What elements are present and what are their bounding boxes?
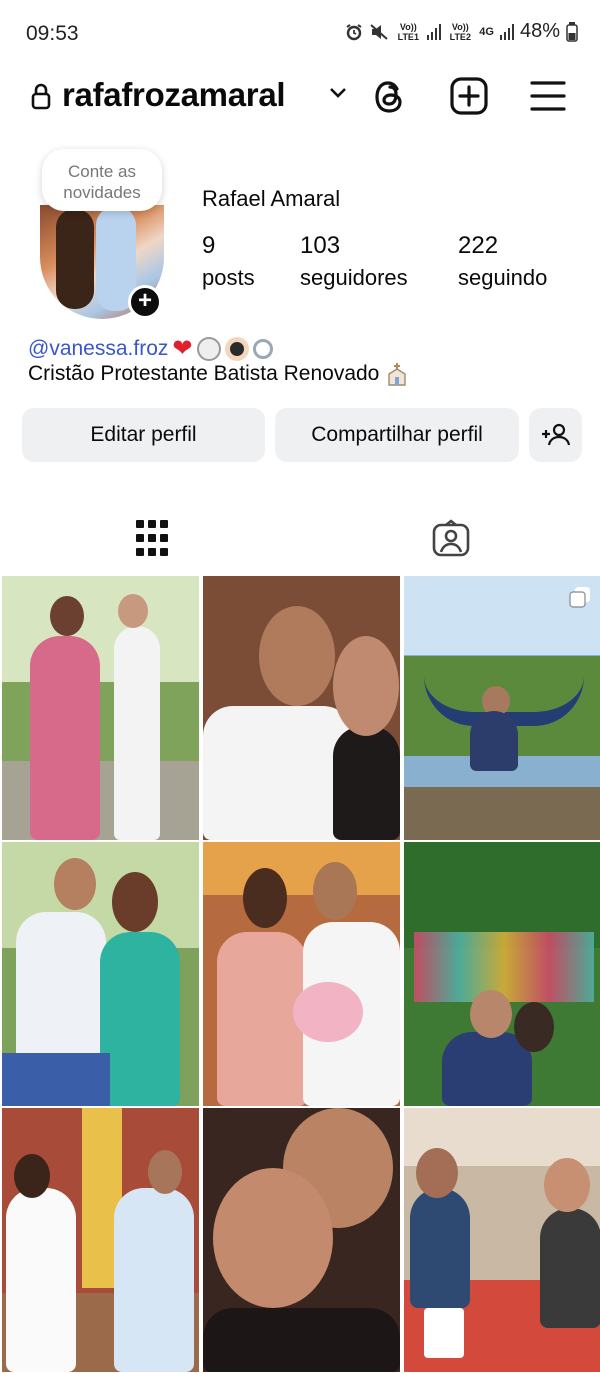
posts-label: posts <box>202 265 255 290</box>
new-post-icon[interactable] <box>449 76 489 116</box>
username-switcher[interactable]: rafafrozamaral <box>62 76 286 114</box>
post-thumbnail[interactable] <box>2 1108 199 1372</box>
add-person-icon <box>541 423 570 446</box>
edit-profile-button[interactable]: Editar perfil <box>22 408 265 462</box>
edit-profile-label: Editar perfil <box>90 423 197 446</box>
full-name: Rafael Amaral <box>202 186 341 211</box>
following-label: seguindo <box>458 265 548 290</box>
bio-line-1: @vanessa.froz ❤ <box>28 334 273 363</box>
share-profile-button[interactable]: Compartilhar perfil <box>275 408 519 462</box>
bio-mention-link[interactable]: @vanessa.froz <box>28 337 168 361</box>
lock-icon <box>31 83 51 110</box>
followers-count: 103 <box>300 232 341 259</box>
tagged-tab[interactable] <box>432 519 470 557</box>
profile-header: rafafrozamaral <box>0 70 600 126</box>
heart-emoji-icon: ❤ <box>172 335 193 362</box>
followers-label: seguidores <box>300 265 408 290</box>
note-line-1: Conte as <box>67 162 137 181</box>
sim2-label: Vo)) LTE2 <box>449 21 471 42</box>
add-story-icon[interactable]: + <box>128 285 162 319</box>
status-icons: Vo)) LTE1 Vo)) LTE2 4G 48% <box>345 20 578 43</box>
post-thumbnail[interactable] <box>2 842 199 1106</box>
posts-count: 9 <box>202 232 216 259</box>
posts-grid <box>0 574 600 1373</box>
following-count: 222 <box>458 232 499 259</box>
post-thumbnail[interactable] <box>203 1108 400 1372</box>
grid-tab[interactable] <box>136 520 168 556</box>
ring-emoji-icon <box>252 338 273 359</box>
followers-stat[interactable]: 103 seguidores <box>300 230 408 294</box>
post-thumbnail[interactable] <box>2 576 199 840</box>
post-thumbnail[interactable] <box>203 842 400 1106</box>
battery-percent: 48% <box>519 20 560 42</box>
groom-emoji-icon <box>224 336 249 361</box>
share-profile-label: Compartilhar perfil <box>311 423 483 446</box>
sim1-label: Vo)) LTE1 <box>397 21 419 42</box>
menu-icon[interactable] <box>530 80 566 112</box>
note-line-2: novidades <box>63 183 141 202</box>
post-thumbnail[interactable] <box>404 842 600 1106</box>
post-thumbnail[interactable] <box>404 576 600 840</box>
post-thumbnail[interactable] <box>404 1108 600 1372</box>
status-time: 09:53 <box>26 22 79 45</box>
church-emoji-icon <box>388 363 407 386</box>
bride-emoji-icon <box>196 336 221 361</box>
battery-icon <box>566 21 578 42</box>
network-label: 4G <box>479 25 494 38</box>
note-bubble[interactable]: Conte as novidades <box>42 149 162 211</box>
bio-line-2: Cristão Protestante Batista Renovado <box>28 362 409 386</box>
post-thumbnail[interactable] <box>203 576 400 840</box>
signal-icon-2 <box>499 23 514 40</box>
posts-stat[interactable]: 9 posts <box>202 230 255 294</box>
status-bar: 09:53 Vo)) LTE1 Vo)) LTE2 4G 48% <box>0 0 600 70</box>
mute-icon <box>370 23 388 40</box>
bio-text: Cristão Protestante Batista Renovado <box>28 362 380 385</box>
chevron-down-icon[interactable] <box>328 86 348 100</box>
threads-icon[interactable] <box>370 76 408 118</box>
alarm-icon <box>346 23 362 40</box>
multiple-photos-icon <box>569 587 590 608</box>
discover-people-button[interactable] <box>529 408 582 462</box>
following-stat[interactable]: 222 seguindo <box>458 230 547 294</box>
signal-icon <box>427 23 442 40</box>
